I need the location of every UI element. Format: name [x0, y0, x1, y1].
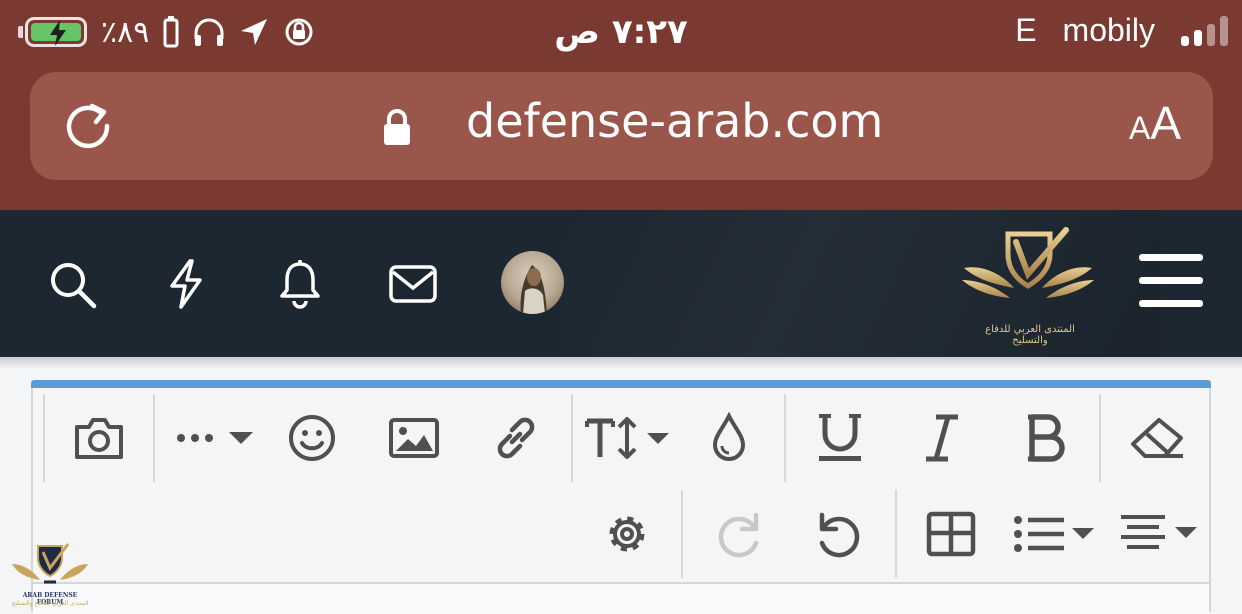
status-right: E mobily: [1015, 12, 1228, 49]
image-button[interactable]: [386, 398, 442, 478]
undo-button[interactable]: [810, 494, 870, 574]
lock-icon: [384, 109, 410, 145]
bell-icon[interactable]: [270, 254, 330, 314]
editor-content-area[interactable]: [33, 582, 1209, 614]
address-bar[interactable]: defense-arab.com AA: [30, 72, 1213, 180]
header-shadow: [0, 357, 1242, 369]
user-avatar[interactable]: [501, 251, 564, 314]
editor-focus-bar: [31, 380, 1211, 388]
remove-formatting-button[interactable]: [1124, 398, 1190, 478]
bold-icon: [1028, 414, 1065, 462]
carrier-name: mobily: [1062, 12, 1155, 48]
toolbar-separator: [1099, 394, 1101, 482]
watermark-line2: المنتدى العربي للدفاع والتسليح: [11, 600, 89, 607]
camera-icon: [75, 418, 123, 459]
underline-icon: [819, 414, 861, 461]
envelope-icon[interactable]: [383, 254, 443, 314]
toolbar-separator: [153, 394, 155, 482]
list-icon: [1014, 516, 1094, 552]
link-button[interactable]: [488, 398, 544, 478]
underline-button[interactable]: [812, 398, 868, 478]
settings-icon: [609, 516, 645, 552]
logo-caption: المنتدى العربي للدفاع والتسليح: [985, 324, 1075, 346]
redo-icon: [718, 512, 759, 558]
status-bar: ٪٨٩ ٧:٢٧ ص E mobily defense-arab.com AA: [0, 0, 1242, 210]
eraser-icon: [1131, 418, 1183, 458]
toolbar-separator: [571, 394, 573, 482]
link-icon: [497, 417, 535, 459]
toolbar-separator: [681, 490, 683, 578]
bold-button[interactable]: [1018, 398, 1074, 478]
url-text[interactable]: defense-arab.com: [466, 94, 883, 148]
hamburger-menu-icon[interactable]: [1139, 254, 1205, 310]
network-type: E: [1015, 12, 1037, 48]
signal-strength-icon: [1181, 15, 1228, 46]
smiley-icon: [289, 415, 335, 461]
redo-button[interactable]: [708, 494, 768, 574]
text-size-button[interactable]: [582, 398, 672, 478]
alignment-button[interactable]: [1118, 494, 1200, 574]
smiley-button[interactable]: [284, 398, 340, 478]
camera-button[interactable]: [66, 398, 132, 478]
color-drop-icon: [712, 412, 746, 461]
settings-button[interactable]: [598, 494, 656, 574]
image-icon: [389, 418, 439, 458]
whats-new-lightning-icon[interactable]: [156, 254, 216, 314]
table-icon: [926, 511, 976, 557]
italic-icon: [926, 414, 958, 462]
text-size-button[interactable]: AA: [1129, 96, 1181, 150]
list-button[interactable]: [1010, 494, 1098, 574]
toolbar-separator: [784, 394, 786, 482]
undo-icon: [819, 512, 860, 558]
toolbar-separator: [43, 394, 45, 482]
align-icon: [1121, 515, 1197, 549]
text-color-button[interactable]: [704, 398, 754, 478]
site-header: المنتدى العربي للدفاع والتسليح: [0, 210, 1242, 357]
text-size-large-label: A: [1150, 97, 1181, 149]
insert-table-button[interactable]: [922, 494, 980, 574]
more-options-button[interactable]: [172, 398, 256, 478]
more-icon: [177, 432, 253, 444]
forum-watermark-logo: ARAB DEFENSE FORUM المنتدى العربي للدفاع…: [10, 542, 90, 612]
text-size-icon: [585, 417, 669, 459]
toolbar-separator: [895, 490, 897, 578]
search-icon[interactable]: [42, 254, 102, 314]
italic-button[interactable]: [916, 398, 968, 478]
reload-icon[interactable]: [62, 100, 114, 152]
text-size-small-label: A: [1128, 110, 1151, 146]
